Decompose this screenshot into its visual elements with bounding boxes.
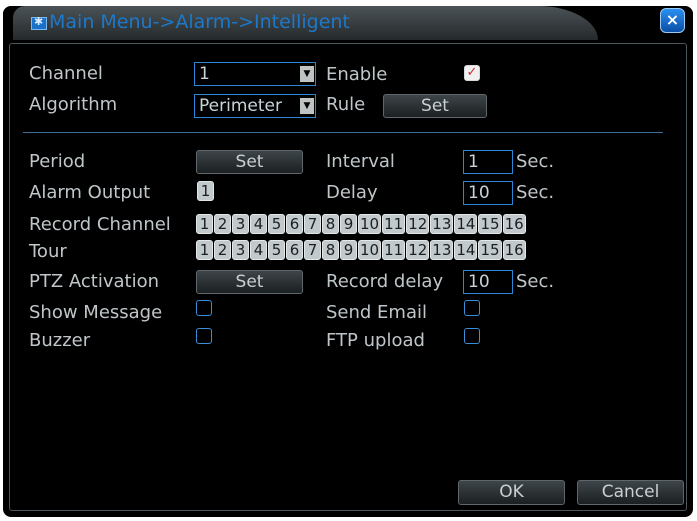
tour-channel-3[interactable]: 3 xyxy=(232,240,249,260)
tour-channel-12[interactable]: 12 xyxy=(406,240,430,260)
close-button[interactable]: × xyxy=(660,8,685,33)
tour-channel-14[interactable]: 14 xyxy=(454,240,478,260)
record-channel-9[interactable]: 9 xyxy=(340,214,357,234)
menu-icon xyxy=(31,15,47,30)
record-channel-1[interactable]: 1 xyxy=(196,214,213,234)
alarm-output-channel-1[interactable]: 1 xyxy=(197,181,214,201)
intelligent-alarm-dialog: Main Menu->Alarm->Intelligent × Channel … xyxy=(3,6,693,517)
show-message-label: Show Message xyxy=(29,302,163,323)
record-channel-11[interactable]: 11 xyxy=(382,214,406,234)
channel-value: 1 xyxy=(199,64,210,84)
tour-channel-4[interactable]: 4 xyxy=(250,240,267,260)
algorithm-select[interactable]: Perimeter ▼ xyxy=(194,94,316,118)
algorithm-label: Algorithm xyxy=(29,94,118,115)
enable-label: Enable xyxy=(326,64,388,85)
section-divider xyxy=(23,132,663,133)
record-channel-16[interactable]: 16 xyxy=(502,214,526,234)
tour-channel-5[interactable]: 5 xyxy=(268,240,285,260)
record-channel-10[interactable]: 10 xyxy=(358,214,382,234)
cancel-button[interactable]: Cancel xyxy=(577,480,684,505)
record-channel-14[interactable]: 14 xyxy=(454,214,478,234)
record-channel-grid: 1 2 3 4 5 6 7 8 9 10 11 12 13 14 15 16 xyxy=(196,214,527,234)
ptz-set-button[interactable]: Set xyxy=(196,270,303,294)
record-channel-15[interactable]: 15 xyxy=(478,214,502,234)
send-email-label: Send Email xyxy=(326,302,427,323)
tour-channel-10[interactable]: 10 xyxy=(358,240,382,260)
tour-channel-grid: 1 2 3 4 5 6 7 8 9 10 11 12 13 14 15 16 xyxy=(196,240,527,260)
ptz-activation-label: PTZ Activation xyxy=(29,271,160,292)
tour-channel-1[interactable]: 1 xyxy=(196,240,213,260)
interval-input[interactable]: 1 xyxy=(463,150,513,174)
tour-channel-13[interactable]: 13 xyxy=(430,240,454,260)
record-delay-input[interactable]: 10 xyxy=(463,270,513,294)
delay-label: Delay xyxy=(326,182,378,203)
window-title: Main Menu->Alarm->Intelligent xyxy=(49,11,350,33)
show-message-checkbox[interactable] xyxy=(196,300,212,316)
record-channel-label: Record Channel xyxy=(29,214,171,235)
record-channel-13[interactable]: 13 xyxy=(430,214,454,234)
record-channel-8[interactable]: 8 xyxy=(322,214,339,234)
chevron-down-icon[interactable]: ▼ xyxy=(300,98,314,114)
send-email-checkbox[interactable] xyxy=(464,300,480,316)
tour-channel-6[interactable]: 6 xyxy=(286,240,303,260)
delay-unit: Sec. xyxy=(516,182,555,203)
record-channel-12[interactable]: 12 xyxy=(406,214,430,234)
buzzer-label: Buzzer xyxy=(29,330,91,351)
tour-channel-16[interactable]: 16 xyxy=(502,240,526,260)
tour-channel-8[interactable]: 8 xyxy=(322,240,339,260)
algorithm-value: Perimeter xyxy=(199,96,282,116)
channel-select[interactable]: 1 ▼ xyxy=(194,62,316,86)
ftp-upload-label: FTP upload xyxy=(326,330,425,351)
tour-channel-2[interactable]: 2 xyxy=(214,240,231,260)
enable-checkbox[interactable]: ✓ xyxy=(464,65,480,81)
interval-label: Interval xyxy=(326,151,395,172)
alarm-output-label: Alarm Output xyxy=(29,182,151,203)
tour-channel-9[interactable]: 9 xyxy=(340,240,357,260)
record-channel-2[interactable]: 2 xyxy=(214,214,231,234)
tour-channel-7[interactable]: 7 xyxy=(304,240,321,260)
period-label: Period xyxy=(29,151,86,172)
period-set-button[interactable]: Set xyxy=(196,150,303,174)
ok-button[interactable]: OK xyxy=(458,480,565,505)
delay-input[interactable]: 10 xyxy=(463,181,513,205)
record-channel-3[interactable]: 3 xyxy=(232,214,249,234)
rule-label: Rule xyxy=(326,94,366,115)
title-bar: Main Menu->Alarm->Intelligent × xyxy=(3,6,693,43)
tour-channel-11[interactable]: 11 xyxy=(382,240,406,260)
rule-set-button[interactable]: Set xyxy=(383,94,487,118)
tour-channel-15[interactable]: 15 xyxy=(478,240,502,260)
record-delay-unit: Sec. xyxy=(516,271,555,292)
record-channel-4[interactable]: 4 xyxy=(250,214,267,234)
chevron-down-icon[interactable]: ▼ xyxy=(300,66,314,82)
ftp-upload-checkbox[interactable] xyxy=(464,328,480,344)
buzzer-checkbox[interactable] xyxy=(196,328,212,344)
record-channel-5[interactable]: 5 xyxy=(268,214,285,234)
tour-label: Tour xyxy=(29,241,67,262)
record-channel-6[interactable]: 6 xyxy=(286,214,303,234)
interval-unit: Sec. xyxy=(516,151,555,172)
channel-label: Channel xyxy=(29,63,103,84)
alarm-output-channels: 1 xyxy=(197,181,215,201)
record-delay-label: Record delay xyxy=(326,271,444,292)
record-channel-7[interactable]: 7 xyxy=(304,214,321,234)
